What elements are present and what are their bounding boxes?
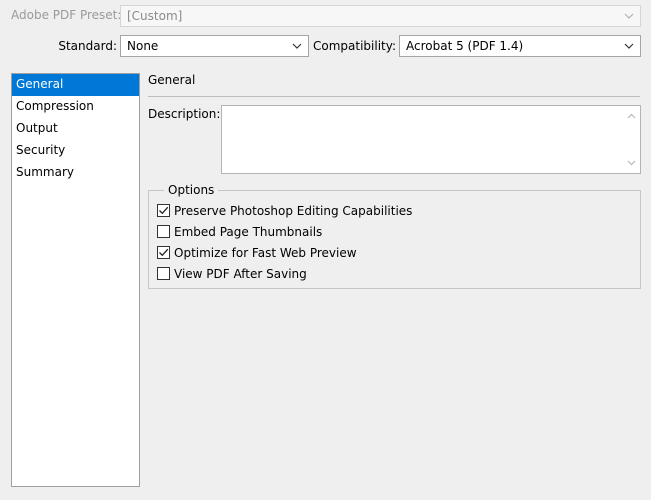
sidebar-item-summary[interactable]: Summary <box>12 162 139 184</box>
description-field[interactable] <box>221 105 641 174</box>
checkbox[interactable] <box>157 225 170 238</box>
description-scrollbar[interactable] <box>624 107 639 172</box>
chevron-down-icon <box>622 39 636 53</box>
sidebar-item-compression[interactable]: Compression <box>12 96 139 118</box>
preset-value: [Custom] <box>127 9 183 23</box>
sidebar-item-general[interactable]: General <box>12 74 139 96</box>
standard-dropdown[interactable]: None <box>120 35 309 57</box>
standard-value: None <box>127 39 159 53</box>
category-list: General Compression Output Security Summ… <box>11 73 140 487</box>
option-label: View PDF After Saving <box>174 267 307 281</box>
option-label: Preserve Photoshop Editing Capabilities <box>174 204 413 218</box>
sidebar-item-output[interactable]: Output <box>12 118 139 140</box>
checkbox[interactable] <box>157 246 170 259</box>
title-divider <box>148 96 640 97</box>
preset-dropdown[interactable]: [Custom] <box>120 5 641 27</box>
compatibility-label: Compatibility: <box>312 39 396 53</box>
compatibility-dropdown[interactable]: Acrobat 5 (PDF 1.4) <box>399 35 641 57</box>
standard-label: Standard: <box>58 39 117 53</box>
preset-label: Adobe PDF Preset: <box>11 8 122 22</box>
panel-title: General <box>148 73 196 87</box>
option-label: Embed Page Thumbnails <box>174 225 323 239</box>
sidebar-item-security[interactable]: Security <box>12 140 139 162</box>
options-legend: Options <box>164 182 219 198</box>
chevron-down-icon <box>622 9 636 23</box>
option-label: Optimize for Fast Web Preview <box>174 246 357 260</box>
compatibility-value: Acrobat 5 (PDF 1.4) <box>406 39 524 53</box>
description-label: Description: <box>148 107 221 121</box>
checkbox[interactable] <box>157 204 170 217</box>
checkmark-icon <box>159 248 169 257</box>
chevron-down-icon <box>290 39 304 53</box>
scroll-down-icon[interactable] <box>626 157 637 168</box>
checkbox[interactable] <box>157 267 170 280</box>
scroll-up-icon[interactable] <box>626 111 637 122</box>
checkmark-icon <box>159 206 169 215</box>
